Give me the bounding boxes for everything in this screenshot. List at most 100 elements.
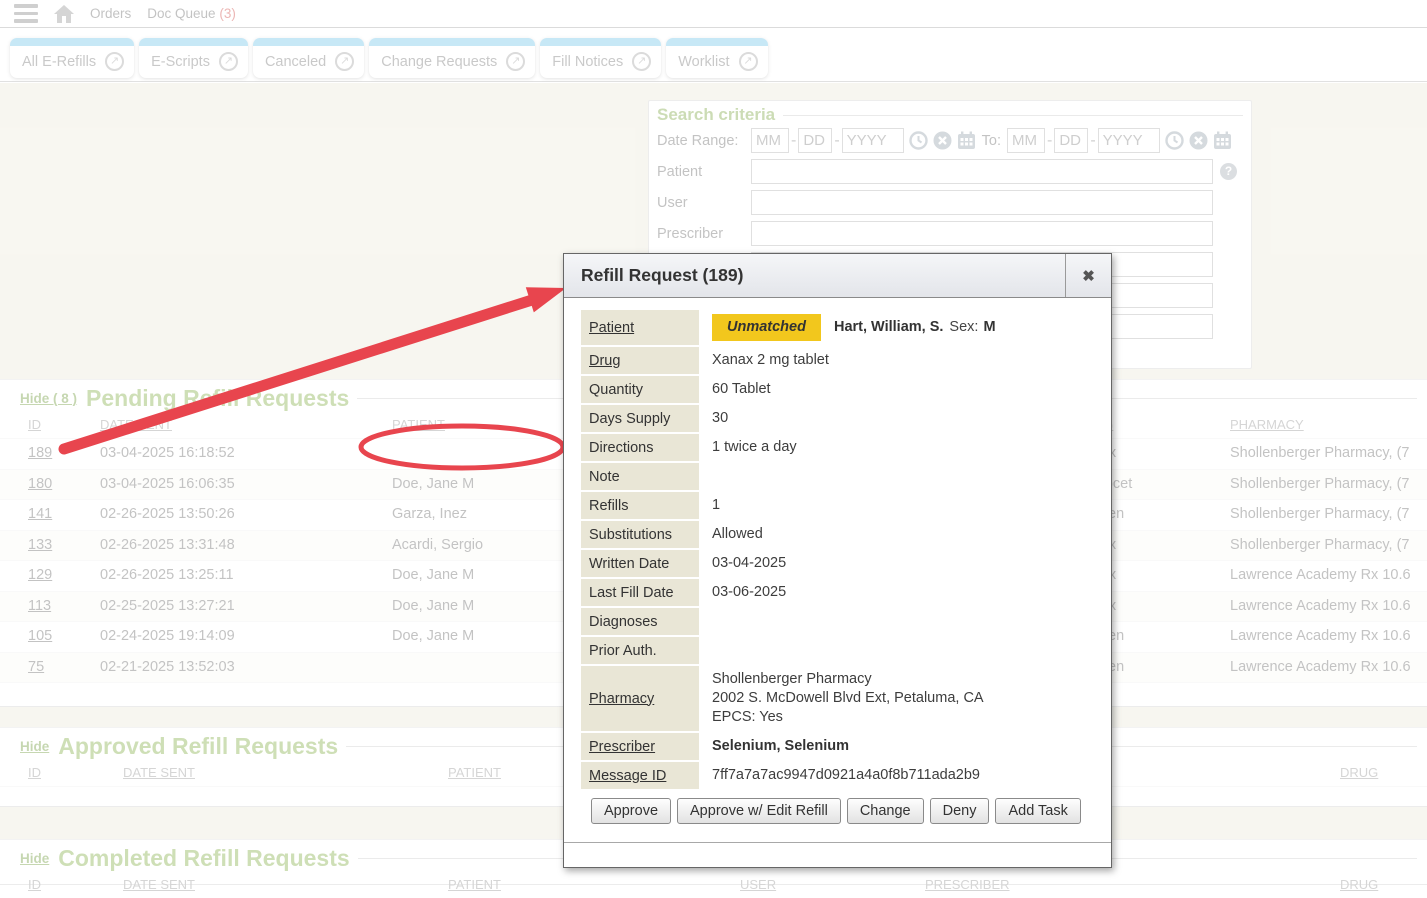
- tab-label: Canceled: [265, 54, 326, 70]
- patient-search-input[interactable]: [751, 159, 1213, 184]
- from-year-input[interactable]: [842, 128, 904, 153]
- column-header-user[interactable]: USER: [740, 877, 776, 892]
- pharmacy-cell: Shollenberger Pharmacy, (7: [1230, 445, 1409, 461]
- to-year-input[interactable]: [1098, 128, 1160, 153]
- change-button[interactable]: Change: [847, 798, 924, 824]
- column-header-drug[interactable]: DRUG: [1340, 765, 1378, 780]
- tab-accent-bar: [540, 38, 661, 46]
- patient-value: UnmatchedHart, William, S.Sex:M: [699, 310, 1095, 345]
- column-header-date-sent[interactable]: DATE SENT: [123, 877, 195, 892]
- refill-id-link[interactable]: 189: [28, 445, 52, 461]
- detail-label: Refills: [581, 492, 699, 519]
- user-search-input[interactable]: [751, 190, 1213, 215]
- tab-fill-notices[interactable]: Fill Notices↗: [540, 38, 661, 78]
- column-header-patient[interactable]: PATIENT: [448, 765, 501, 780]
- close-icon[interactable]: ✖: [1065, 254, 1111, 297]
- refill-id-link[interactable]: 113: [28, 598, 51, 614]
- detail-value: 1: [699, 492, 1095, 519]
- patient-cell: Acardi, Sergio: [392, 537, 483, 553]
- hamburger-menu-icon[interactable]: [14, 4, 38, 23]
- approve-button[interactable]: Approve: [591, 798, 671, 824]
- from-month-input[interactable]: [751, 128, 789, 153]
- refill-id-link[interactable]: 105: [28, 628, 52, 644]
- nav-doc-queue[interactable]: Doc Queue (3): [147, 6, 236, 21]
- detail-text: 03-04-2025: [712, 554, 786, 573]
- tab-worklist[interactable]: Worklist↗: [666, 38, 767, 78]
- column-header-pharmacy[interactable]: PHARMACY: [1230, 417, 1304, 432]
- prescriber-search-input[interactable]: [751, 221, 1213, 246]
- tab-label: All E-Refills: [22, 54, 96, 70]
- column-header-date-sent[interactable]: DATE SENT: [100, 417, 172, 432]
- pharmacy-line: EPCS: Yes: [712, 708, 1095, 727]
- open-in-new-icon[interactable]: ↗: [335, 52, 354, 71]
- completed-table-header: ID DATE SENT PATIENT USER PRESCRIBER DRUG: [0, 873, 1427, 898]
- search-criteria-title: Search criteria: [657, 105, 775, 125]
- column-header-date-sent[interactable]: DATE SENT: [123, 765, 195, 780]
- dialog-header: Refill Request (189) ✖: [564, 254, 1111, 298]
- column-header-id[interactable]: ID: [28, 877, 41, 892]
- date-sent-cell: 02-24-2025 19:14:09: [100, 628, 235, 644]
- column-header-prescriber[interactable]: PRESCRIBER: [925, 877, 1010, 892]
- refill-id-link[interactable]: 129: [28, 567, 52, 583]
- to-time-icon[interactable]: [1165, 131, 1184, 150]
- column-header-id[interactable]: ID: [28, 417, 41, 432]
- doc-queue-count-badge: (3): [219, 6, 236, 21]
- date-sent-cell: 02-26-2025 13:31:48: [100, 537, 235, 553]
- to-month-input[interactable]: [1007, 128, 1045, 153]
- refill-id-link[interactable]: 180: [28, 476, 52, 492]
- completed-hide-link[interactable]: Hide: [20, 851, 49, 866]
- open-in-new-icon[interactable]: ↗: [105, 52, 124, 71]
- pending-hide-link[interactable]: Hide ( 8 ): [20, 391, 77, 406]
- detail-label[interactable]: Pharmacy: [581, 666, 699, 731]
- detail-label: Last Fill Date: [581, 579, 699, 606]
- tab-e-scripts[interactable]: E-Scripts↗: [139, 38, 248, 78]
- detail-value: 30: [699, 405, 1095, 432]
- from-clear-icon[interactable]: [933, 131, 952, 150]
- deny-button[interactable]: Deny: [930, 798, 990, 824]
- prescriber-search-label: Prescriber: [657, 226, 751, 242]
- from-day-input[interactable]: [798, 128, 832, 153]
- nav-orders[interactable]: Orders: [90, 6, 131, 21]
- help-icon[interactable]: ?: [1220, 163, 1237, 180]
- to-clear-icon[interactable]: [1189, 131, 1208, 150]
- approve-w-edit-refill-button[interactable]: Approve w/ Edit Refill: [677, 798, 841, 824]
- unmatched-badge: Unmatched: [712, 314, 821, 341]
- open-in-new-icon[interactable]: ↗: [632, 52, 651, 71]
- to-calendar-icon[interactable]: [1213, 131, 1232, 150]
- detail-label[interactable]: Message ID: [581, 762, 699, 789]
- column-header-patient[interactable]: PATIENT: [392, 417, 445, 432]
- tab-change-requests[interactable]: Change Requests↗: [369, 38, 535, 78]
- tab-canceled[interactable]: Canceled ↗: [253, 38, 364, 78]
- user-search-row: User: [657, 187, 1243, 218]
- pharmacy-line: 2002 S. McDowell Blvd Ext, Petaluma, CA: [712, 689, 1095, 708]
- column-header-patient[interactable]: PATIENT: [448, 877, 501, 892]
- approved-hide-link[interactable]: Hide: [20, 739, 49, 754]
- detail-label: Note: [581, 463, 699, 490]
- refill-id-link[interactable]: 75: [28, 659, 44, 675]
- from-calendar-icon[interactable]: [957, 131, 976, 150]
- detail-label: Prior Auth.: [581, 637, 699, 664]
- refill-id-link[interactable]: 141: [28, 506, 52, 522]
- detail-text: 60 Tablet: [712, 380, 771, 399]
- detail-row-refills: Refills 1: [581, 492, 1095, 519]
- from-time-icon[interactable]: [909, 131, 928, 150]
- detail-label[interactable]: Drug: [581, 347, 699, 374]
- detail-value: 03-06-2025: [699, 579, 1095, 606]
- detail-label[interactable]: Prescriber: [581, 733, 699, 760]
- detail-label: Directions: [581, 434, 699, 461]
- pharmacy-cell: Lawrence Academy Rx 10.6: [1230, 659, 1411, 675]
- home-icon[interactable]: [54, 5, 74, 23]
- column-header-id[interactable]: ID: [28, 765, 41, 780]
- tab-accent-bar: [10, 38, 134, 46]
- tab-all-e-refills[interactable]: All E-Refills ↗: [10, 38, 134, 78]
- detail-label[interactable]: Patient: [581, 310, 699, 345]
- open-in-new-icon[interactable]: ↗: [739, 52, 758, 71]
- to-day-input[interactable]: [1054, 128, 1088, 153]
- refill-id-link[interactable]: 133: [28, 537, 52, 553]
- open-in-new-icon[interactable]: ↗: [506, 52, 525, 71]
- detail-text: Xanax 2 mg tablet: [712, 351, 829, 370]
- open-in-new-icon[interactable]: ↗: [219, 52, 238, 71]
- column-header-drug[interactable]: DRUG: [1340, 877, 1378, 892]
- add-task-button[interactable]: Add Task: [995, 798, 1080, 824]
- detail-text: 1: [712, 496, 720, 515]
